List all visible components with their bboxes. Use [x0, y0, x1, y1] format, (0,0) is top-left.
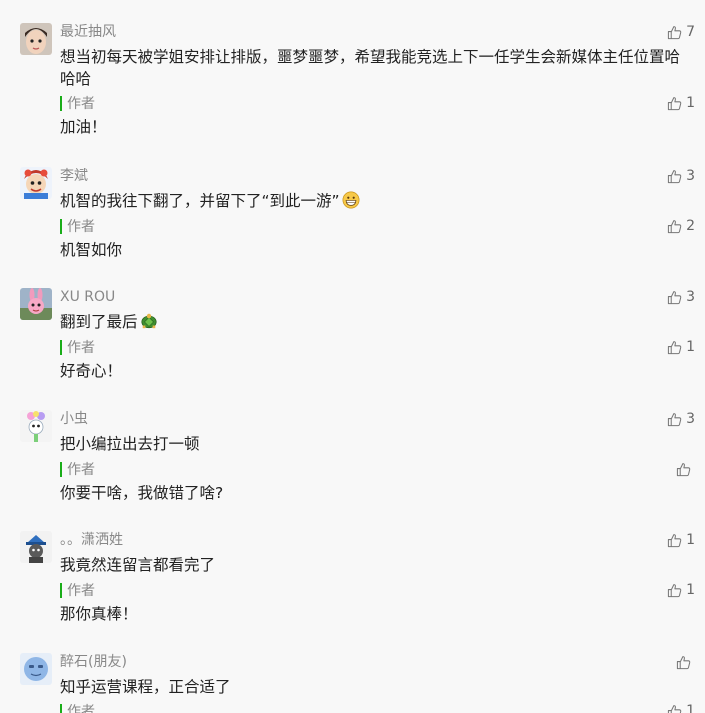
comment-nickname: 醉石(朋友)	[60, 654, 127, 670]
reply-text: 你要干啥，我做错了啥?	[60, 484, 224, 502]
reply-like-count: 1	[686, 339, 695, 355]
author-label-text: 作者	[67, 340, 95, 356]
reply-like-count: 1	[686, 703, 695, 713]
like-count: 3	[686, 168, 695, 184]
comment-nickname: XU ROU	[60, 289, 116, 305]
thumbs-up-icon	[667, 219, 682, 234]
thumbs-up-icon	[667, 96, 682, 111]
reply-text: 加油！	[60, 118, 107, 136]
avatar[interactable]	[20, 531, 52, 563]
author-label-text: 作者	[67, 462, 95, 478]
avatar[interactable]	[20, 288, 52, 320]
author-reply-label: 作者	[60, 702, 95, 713]
avatar[interactable]	[20, 167, 52, 199]
reply-like-count: 1	[686, 95, 695, 111]
comment-text-content: 翻到了最后	[60, 313, 138, 331]
reply-like-count: 2	[686, 218, 695, 234]
reply-like-button[interactable]: 2	[667, 217, 695, 235]
flower-sprite-avatar-icon	[20, 410, 52, 442]
thumbs-up-icon	[676, 655, 691, 670]
author-reply-label: 作者	[60, 217, 95, 235]
comment-nickname: 小虫	[60, 411, 88, 427]
cartoon-avatar-icon	[20, 167, 52, 199]
thumbs-up-icon	[667, 583, 682, 598]
like-button[interactable]: 7	[667, 23, 695, 41]
reply-like-button[interactable]: 1	[667, 94, 695, 112]
author-reply-label: 作者	[60, 338, 95, 356]
reply-like-button[interactable]: 1	[667, 702, 695, 713]
thumbs-up-icon	[667, 25, 682, 40]
comment-text-content: 机智的我往下翻了，并留下了“到此一游”	[60, 192, 340, 210]
reply-text: 那你真棒！	[60, 605, 138, 623]
reply-marker	[60, 95, 62, 111]
like-button[interactable]	[676, 653, 695, 671]
thumbs-up-icon	[667, 533, 682, 548]
avatar[interactable]	[20, 23, 52, 55]
author-reply-label: 作者	[60, 460, 95, 478]
avatar[interactable]	[20, 410, 52, 442]
blue-face-avatar-icon	[20, 653, 52, 685]
like-button[interactable]: 1	[667, 531, 695, 549]
like-count: 3	[686, 411, 695, 427]
like-button[interactable]: 3	[667, 167, 695, 185]
reply-marker	[60, 703, 62, 713]
like-count: 3	[686, 289, 695, 305]
comment-text: 翻到了最后	[60, 311, 695, 333]
author-label-text: 作者	[67, 96, 95, 112]
comment-text: 把小编拉出去打一顿	[60, 435, 200, 453]
reply-marker	[60, 461, 62, 477]
author-reply-label: 作者	[60, 581, 95, 599]
author-label-text: 作者	[67, 219, 95, 235]
thumbs-up-icon	[676, 462, 691, 477]
comment-text: 想当初每天被学姐安排让排版，噩梦噩梦，希望我能竞选上下一任学生会新媒体主任位置哈…	[60, 48, 681, 88]
reply-like-count: 1	[686, 582, 695, 598]
reply-like-button[interactable]: 1	[667, 581, 695, 599]
comment-nickname: 最近抽风	[60, 24, 116, 40]
reply-marker	[60, 218, 62, 234]
like-button[interactable]: 3	[667, 288, 695, 306]
comment-text: 我竟然连留言都看完了	[60, 556, 216, 574]
thumbs-up-icon	[667, 704, 682, 713]
author-label-text: 作者	[67, 583, 95, 599]
reply-text: 机智如你	[60, 241, 123, 259]
thumbs-up-icon	[667, 412, 682, 427]
comment-nickname: 李斌	[60, 168, 88, 184]
turtle-emoji-icon	[140, 313, 157, 329]
like-count: 7	[686, 24, 695, 40]
pink-rabbit-avatar-icon	[20, 288, 52, 320]
author-reply-label: 作者	[60, 94, 95, 112]
like-button[interactable]: 3	[667, 410, 695, 428]
grin-emoji-icon	[342, 191, 360, 209]
thumbs-up-icon	[667, 340, 682, 355]
comment-nickname: 。。潇洒姓	[60, 532, 123, 548]
baby-avatar-icon	[20, 23, 52, 55]
thumbs-up-icon	[667, 290, 682, 305]
comment-text: 机智的我往下翻了，并留下了“到此一游”	[60, 190, 695, 212]
like-count: 1	[686, 532, 695, 548]
thumbs-up-icon	[667, 169, 682, 184]
comment-feed: 最近抽风 7 想当初每天被学姐安排让排版，噩梦噩梦，希望我能竞选上下一任学生会新…	[0, 0, 705, 713]
reply-marker	[60, 339, 62, 355]
reply-like-button[interactable]	[676, 460, 695, 478]
avatar[interactable]	[20, 653, 52, 685]
hat-figure-avatar-icon	[20, 531, 52, 563]
comment-text: 知乎运营课程，正合适了	[60, 678, 231, 696]
author-label-text: 作者	[67, 704, 95, 713]
reply-marker	[60, 582, 62, 598]
reply-like-button[interactable]: 1	[667, 338, 695, 356]
reply-text: 好奇心！	[60, 362, 123, 380]
